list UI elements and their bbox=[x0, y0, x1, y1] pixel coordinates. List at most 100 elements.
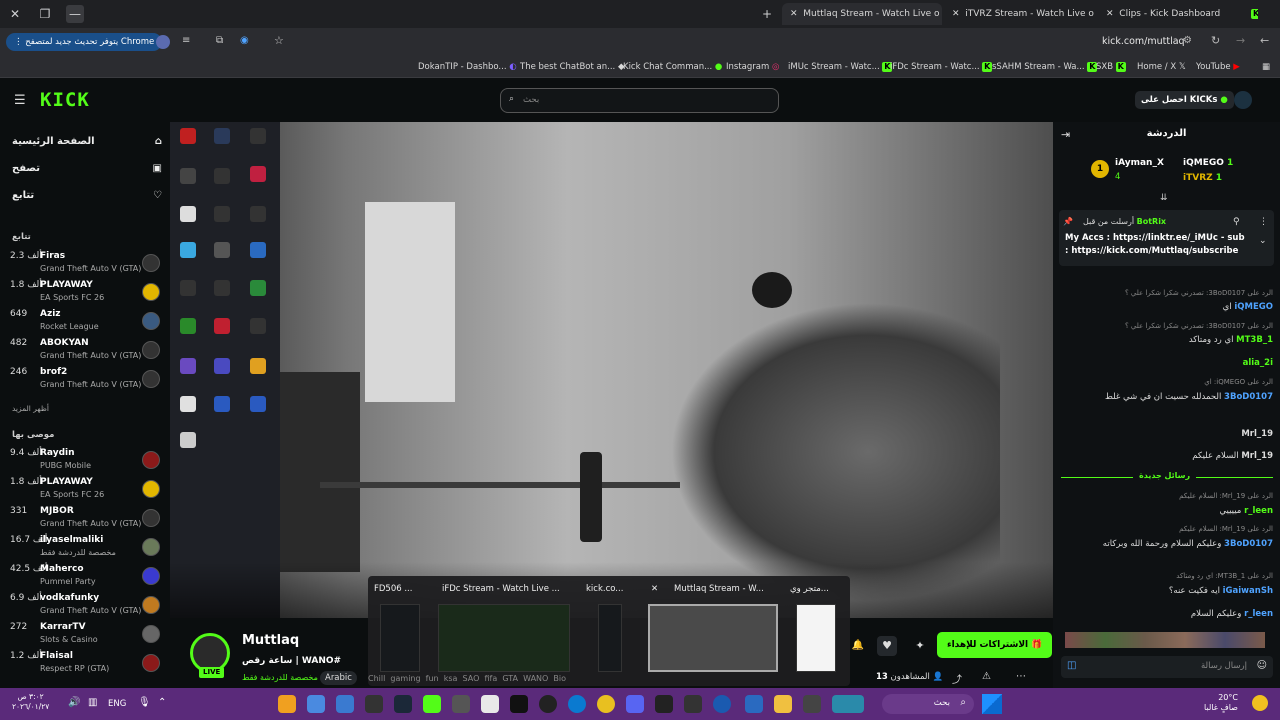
report-icon[interactable]: ⚠ bbox=[982, 671, 991, 682]
weather-widget[interactable]: 20°C صافٍ غالبا bbox=[1204, 693, 1238, 713]
switcher-thumbnail-selected[interactable] bbox=[648, 604, 778, 672]
taskbar-app-icon[interactable] bbox=[510, 695, 528, 713]
taskbar-app-icon[interactable] bbox=[336, 695, 354, 713]
emoji-icon[interactable]: ☺ bbox=[1257, 660, 1267, 671]
unpin-icon[interactable]: ⚲ bbox=[1233, 217, 1240, 227]
volume-icon[interactable]: 🔊 bbox=[68, 697, 80, 708]
reading-list-icon[interactable]: ≡ bbox=[182, 35, 190, 46]
steam-taskbar-icon[interactable] bbox=[394, 695, 412, 713]
user-avatar[interactable] bbox=[1234, 91, 1252, 109]
channel-item[interactable]: 272 KarrarTV Slots & Casino bbox=[10, 621, 162, 649]
tag-chip[interactable]: fifa bbox=[484, 674, 497, 683]
network-icon[interactable]: ▥ bbox=[88, 697, 97, 708]
minimize-window-icon[interactable]: — bbox=[66, 5, 84, 23]
edge-taskbar-icon[interactable] bbox=[568, 695, 586, 713]
follow-heart-icon[interactable]: ♥ bbox=[877, 636, 897, 656]
channel-item[interactable]: 246 brof2 Grand Theft Auto V (GTA) bbox=[10, 366, 162, 394]
switcher-thumbnail[interactable] bbox=[438, 604, 570, 672]
pinned-text[interactable]: My Accs : https://linktr.ee/_iMUc - sub … bbox=[1065, 232, 1247, 258]
tab-close-icon[interactable]: ✕ bbox=[1106, 9, 1114, 19]
notification-bell-icon[interactable]: 🔔 bbox=[848, 636, 868, 656]
bookmark-item[interactable]: iFDc Stream - Watc... K bbox=[890, 60, 993, 74]
channel-item[interactable]: 331 MJBOR Grand Theft Auto V (GTA) bbox=[10, 505, 162, 533]
channel-item[interactable]: 649 Aziz Rocket League bbox=[10, 308, 162, 336]
bookmark-star-icon[interactable]: ☆ bbox=[274, 34, 284, 47]
tag-chip[interactable]: fun bbox=[426, 674, 439, 683]
channel-item[interactable]: 6.9 ألف vodkafunky Grand Theft Auto V (GTA… bbox=[10, 592, 162, 620]
switcher-thumbnail[interactable] bbox=[796, 604, 836, 672]
tag-chip[interactable]: gaming bbox=[390, 674, 420, 683]
taskbar-app-icon[interactable] bbox=[278, 695, 296, 713]
back-icon[interactable]: ← bbox=[1260, 34, 1269, 47]
channel-item[interactable]: 9.4 ألف Raydin PUBG Mobile bbox=[10, 447, 162, 475]
tab-itvrz[interactable]: ✕ iTVRZ Stream - Watch Live on K bbox=[944, 3, 1094, 25]
taskbar-app-icon[interactable] bbox=[684, 695, 702, 713]
share-icon[interactable]: ⤴ bbox=[952, 671, 962, 686]
tab-clips[interactable]: ✕ Clips - Kick Dashboard K bbox=[1098, 3, 1258, 25]
tray-expand-icon[interactable]: ⌃ bbox=[158, 697, 166, 708]
chat-message[interactable]: 3BoD0107 الحمدلله حسيت ان في شي غلط bbox=[1061, 392, 1273, 416]
tag-chip[interactable]: SAO bbox=[463, 674, 480, 683]
get-kicks-button[interactable]: احصل على KICKs ● bbox=[1135, 91, 1234, 109]
channel-item[interactable]: 42.5 ألف Maherco Pummel Party bbox=[10, 563, 162, 591]
bookmark-item[interactable]: Instagram ◎ bbox=[726, 60, 779, 74]
bookmark-item[interactable]: DokanTIP - Dashbo... ◐ bbox=[418, 60, 517, 74]
emote-strip[interactable] bbox=[1065, 632, 1265, 648]
tag-chip[interactable]: Chill bbox=[368, 674, 385, 683]
chat-message[interactable]: Mrl_19 bbox=[1061, 429, 1273, 439]
tag-chip[interactable]: ksa bbox=[444, 674, 458, 683]
chat-message[interactable]: iQMEGO اي bbox=[1061, 302, 1273, 312]
reload-icon[interactable]: ↻ bbox=[1211, 34, 1220, 47]
discord-taskbar-icon[interactable] bbox=[626, 695, 644, 713]
chat-input[interactable]: ◫ إرسال رسالة ☺ bbox=[1061, 656, 1273, 678]
new-tab-icon[interactable]: + bbox=[758, 5, 776, 23]
chat-message[interactable]: Mrl_19 السلام عليكم bbox=[1061, 451, 1273, 461]
channel-item[interactable]: 16.7 ألف ilyaselmaliki مخصصة للدردشة فقط bbox=[10, 534, 162, 562]
nav-following[interactable]: تتابع ♡ bbox=[12, 190, 162, 201]
switcher-window-title[interactable]: kick.co... bbox=[586, 584, 623, 594]
gifter-item[interactable]: iQMEGO 1 bbox=[1183, 158, 1233, 168]
streamer-name[interactable]: Muttlaq bbox=[242, 633, 299, 648]
bookmark-item[interactable]: The best ChatBot an... ◆ bbox=[520, 60, 624, 74]
nav-browse[interactable]: تصفح ▣ bbox=[12, 163, 162, 174]
mic-icon[interactable]: 🎙 bbox=[138, 697, 151, 708]
chat-message[interactable]: r_leen مييييي bbox=[1061, 506, 1273, 516]
tag-language[interactable]: Arabic bbox=[320, 671, 357, 685]
show-more-link[interactable]: أظهر المزيد bbox=[12, 404, 49, 413]
tab-close-icon[interactable]: ✕ bbox=[790, 9, 798, 19]
input-language[interactable]: ENG bbox=[108, 699, 126, 709]
clock[interactable]: ٣:٠٢ ص ٢٠٢٦/٠١/٢٧ bbox=[12, 692, 49, 712]
bookmark-item[interactable]: sSAHM Stream - Wa... K bbox=[992, 60, 1098, 74]
switcher-window-title[interactable]: متجر وي... bbox=[790, 584, 829, 594]
cast-icon[interactable]: ◉ bbox=[240, 35, 249, 46]
bookmark-item[interactable]: iMUc Stream - Watc... K bbox=[788, 60, 893, 74]
all-bookmarks-icon[interactable]: ▦ bbox=[1262, 60, 1270, 74]
taskbar-app-icon[interactable] bbox=[713, 695, 731, 713]
profile-avatar[interactable] bbox=[156, 35, 170, 49]
switcher-window-title[interactable]: iFDc Stream - Watch Live ... bbox=[442, 584, 560, 594]
switcher-thumbnail[interactable] bbox=[380, 604, 420, 672]
install-app-icon[interactable]: ⧉ bbox=[216, 35, 223, 46]
taskbar-app-icon[interactable] bbox=[365, 695, 383, 713]
tag-chip[interactable]: Bio bbox=[553, 674, 566, 683]
defender-taskbar-icon[interactable] bbox=[745, 695, 763, 713]
bookmark-item[interactable]: SXB K bbox=[1096, 60, 1126, 74]
chat-message[interactable]: MT3B_1 اي رد ومتأكد bbox=[1061, 335, 1273, 345]
taskbar-app-icon[interactable] bbox=[307, 695, 325, 713]
windows-start-icon[interactable] bbox=[982, 694, 1002, 714]
gifter-item[interactable]: iAyman_X bbox=[1115, 158, 1164, 168]
switcher-thumbnail[interactable] bbox=[598, 604, 622, 672]
more-options-icon[interactable]: ⋯ bbox=[1016, 671, 1026, 682]
tab-close-icon[interactable]: ✕ bbox=[952, 9, 960, 19]
maximize-window-icon[interactable]: ❐ bbox=[36, 5, 54, 23]
close-window-icon[interactable]: ✕ bbox=[6, 5, 24, 23]
file-explorer-icon[interactable] bbox=[774, 695, 792, 713]
taskbar-app-icon[interactable] bbox=[481, 695, 499, 713]
url-field[interactable]: kick.com/muttlaq bbox=[1102, 36, 1185, 47]
tab-muttlaq[interactable]: ✕ Muttlaq Stream - Watch Live o K bbox=[782, 3, 942, 25]
chat-message[interactable]: iGaiwanSh ايه فكيت عنه؟ bbox=[1061, 586, 1273, 596]
nav-home[interactable]: الصفحة الرئيسية ⌂ bbox=[12, 136, 162, 147]
chrome-taskbar-icon[interactable] bbox=[597, 695, 615, 713]
channel-item[interactable]: 2.3 ألف Firas Grand Theft Auto V (GTA) bbox=[10, 250, 162, 278]
gifter-item[interactable]: iTVRZ 1 bbox=[1183, 173, 1222, 183]
